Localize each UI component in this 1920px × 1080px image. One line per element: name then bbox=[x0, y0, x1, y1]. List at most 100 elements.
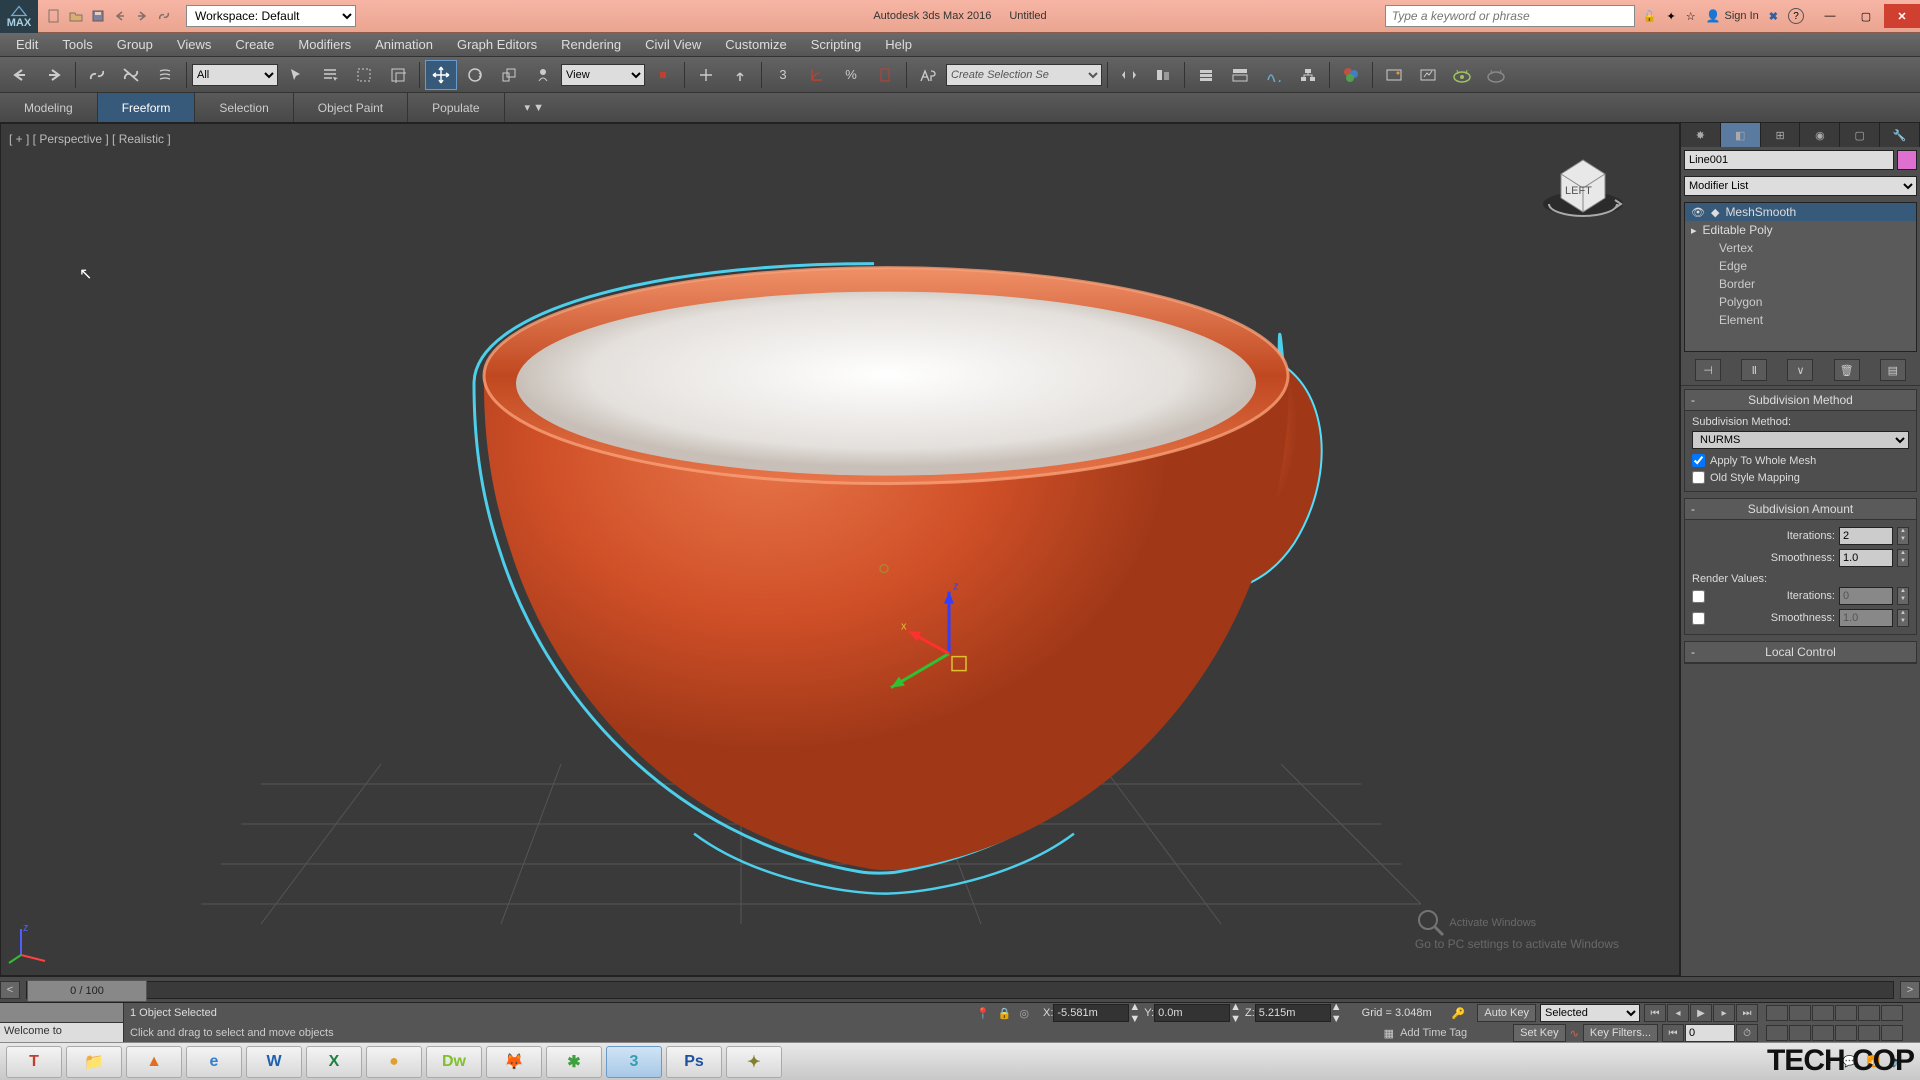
select-object-button[interactable] bbox=[280, 60, 312, 90]
select-name-button[interactable] bbox=[314, 60, 346, 90]
taskbar-app-chrome[interactable]: ● bbox=[366, 1046, 422, 1078]
object-color-swatch[interactable] bbox=[1897, 150, 1917, 170]
selection-lock-icon[interactable]: 📍 bbox=[976, 1007, 990, 1020]
curve-editor-button[interactable] bbox=[1258, 60, 1290, 90]
menu-scripting[interactable]: Scripting bbox=[799, 33, 874, 56]
undo-icon[interactable] bbox=[110, 6, 130, 26]
redo-button[interactable] bbox=[38, 60, 70, 90]
configure-sets-button[interactable]: ▤ bbox=[1880, 359, 1906, 381]
walk-button[interactable] bbox=[1789, 1025, 1811, 1041]
redo-icon[interactable] bbox=[132, 6, 152, 26]
use-center-button[interactable] bbox=[647, 60, 679, 90]
workspace-selector[interactable]: Workspace: Default bbox=[186, 5, 356, 27]
angle-snap-button[interactable] bbox=[801, 60, 833, 90]
nav4-button[interactable] bbox=[1835, 1025, 1857, 1041]
taskbar-app-3dsmax[interactable]: 3 bbox=[606, 1046, 662, 1078]
key-prev-button[interactable]: ⏮ bbox=[1662, 1024, 1684, 1042]
stack-item[interactable]: Border bbox=[1685, 275, 1916, 293]
taskbar-app-explorer[interactable]: 📁 bbox=[66, 1046, 122, 1078]
zoom-button[interactable] bbox=[1766, 1005, 1788, 1021]
time-prev-button[interactable]: < bbox=[0, 981, 20, 999]
taskbar-app-excel[interactable]: X bbox=[306, 1046, 362, 1078]
stack-item[interactable]: Polygon bbox=[1685, 293, 1916, 311]
select-move-button[interactable] bbox=[425, 60, 457, 90]
old-style-mapping-checkbox[interactable]: Old Style Mapping bbox=[1692, 469, 1909, 486]
window-crossing-button[interactable] bbox=[382, 60, 414, 90]
hierarchy-tab[interactable]: ⊞ bbox=[1761, 123, 1801, 147]
keyboard-shortcut-button[interactable] bbox=[724, 60, 756, 90]
autokey-button[interactable]: Auto Key bbox=[1477, 1004, 1536, 1022]
ribbon-tab-object-paint[interactable]: Object Paint bbox=[294, 93, 408, 122]
layer-explorer-button[interactable] bbox=[1190, 60, 1222, 90]
subdiv-method-select[interactable]: NURMS bbox=[1692, 431, 1909, 449]
add-time-tag-button[interactable]: Add Time Tag bbox=[1400, 1027, 1467, 1039]
modifier-stack[interactable]: 👁 ◆ MeshSmooth▸ Editable PolyVertexEdgeB… bbox=[1684, 202, 1917, 352]
link-button[interactable] bbox=[81, 60, 113, 90]
time-next-button[interactable]: > bbox=[1900, 981, 1920, 999]
lock-icon[interactable]: 🔒 bbox=[998, 1007, 1012, 1020]
menu-modifiers[interactable]: Modifiers bbox=[286, 33, 363, 56]
viewcube[interactable]: LEFT bbox=[1535, 142, 1631, 232]
open-icon[interactable] bbox=[66, 6, 86, 26]
select-scale-button[interactable] bbox=[493, 60, 525, 90]
goto-start-button[interactable]: ⏮ bbox=[1644, 1004, 1666, 1022]
time-slider[interactable]: < 0 / 100 > bbox=[0, 976, 1920, 1002]
selection-filter[interactable]: All bbox=[192, 64, 278, 86]
signin-button[interactable]: 👤 Sign In bbox=[1706, 9, 1759, 23]
apply-whole-mesh-checkbox[interactable]: Apply To Whole Mesh bbox=[1692, 452, 1909, 469]
motion-tab[interactable]: ◉ bbox=[1800, 123, 1840, 147]
maximize-button[interactable]: ▢ bbox=[1848, 4, 1884, 28]
new-icon[interactable] bbox=[44, 6, 64, 26]
ribbon-tab-selection[interactable]: Selection bbox=[195, 93, 293, 122]
setkey-button[interactable]: Set Key bbox=[1513, 1024, 1566, 1042]
select-manipulate-button[interactable] bbox=[690, 60, 722, 90]
taskbar-app-vlc[interactable]: ▲ bbox=[126, 1046, 182, 1078]
ribbon-tab-freeform[interactable]: Freeform bbox=[98, 93, 196, 122]
align-button[interactable] bbox=[1147, 60, 1179, 90]
zoom-extents-all-button[interactable] bbox=[1835, 1005, 1857, 1021]
spinner-snap-button[interactable] bbox=[869, 60, 901, 90]
favorites-icon[interactable]: ☆ bbox=[1686, 10, 1696, 23]
taskbar-app-app[interactable]: ✦ bbox=[726, 1046, 782, 1078]
nav5-button[interactable] bbox=[1858, 1025, 1880, 1041]
render-iter-checkbox[interactable] bbox=[1692, 590, 1705, 603]
mirror-button[interactable] bbox=[1113, 60, 1145, 90]
spinner-icon[interactable]: ▲▼ bbox=[1897, 609, 1909, 627]
link-icon[interactable] bbox=[154, 6, 174, 26]
taskbar-app-dreamweaver[interactable]: Dw bbox=[426, 1046, 482, 1078]
ribbon-tab-modeling[interactable]: Modeling bbox=[0, 93, 98, 122]
ref-coord-system[interactable]: View bbox=[561, 64, 645, 86]
render-iterations-field[interactable] bbox=[1839, 587, 1893, 605]
select-region-button[interactable] bbox=[348, 60, 380, 90]
perspective-viewport[interactable]: [ + ] [ Perspective ] [ Realistic ] ↖ bbox=[0, 123, 1680, 976]
utilities-tab[interactable]: 🔧 bbox=[1880, 123, 1920, 147]
toggle-ribbon-button[interactable] bbox=[1224, 60, 1256, 90]
play-button[interactable]: ▶ bbox=[1690, 1004, 1712, 1022]
stack-item[interactable]: ▸ Editable Poly bbox=[1685, 221, 1916, 239]
zoom-all-button[interactable] bbox=[1789, 1005, 1811, 1021]
bind-button[interactable] bbox=[149, 60, 181, 90]
taskbar-app-firefox[interactable]: 🦊 bbox=[486, 1046, 542, 1078]
modifier-list-dropdown[interactable]: Modifier List bbox=[1684, 176, 1917, 196]
menu-animation[interactable]: Animation bbox=[363, 33, 445, 56]
key-curve-icon[interactable]: ∿ bbox=[1570, 1027, 1579, 1040]
time-thumb[interactable]: 0 / 100 bbox=[27, 980, 147, 1002]
unlink-button[interactable] bbox=[115, 60, 147, 90]
orbit-button[interactable] bbox=[1766, 1025, 1788, 1041]
close-x-icon[interactable]: ✖ bbox=[1769, 10, 1778, 23]
ribbon-expand-icon[interactable]: ▾ ▼ bbox=[513, 93, 556, 122]
rollout-header[interactable]: Local Control bbox=[1685, 642, 1916, 663]
render-setup-button[interactable] bbox=[1378, 60, 1410, 90]
exchange-icon[interactable]: ✦ bbox=[1666, 10, 1675, 23]
create-tab[interactable]: ✸ bbox=[1681, 123, 1721, 147]
prev-frame-button[interactable]: ◂ bbox=[1667, 1004, 1689, 1022]
edit-selection-set-button[interactable] bbox=[912, 60, 944, 90]
maximize-viewport-button[interactable] bbox=[1812, 1025, 1834, 1041]
snap-toggle-button[interactable]: 3 bbox=[767, 60, 799, 90]
iterations-field[interactable] bbox=[1839, 527, 1893, 545]
render-production-button[interactable] bbox=[1446, 60, 1478, 90]
make-unique-button[interactable]: ∨ bbox=[1787, 359, 1813, 381]
fov-button[interactable] bbox=[1858, 1005, 1880, 1021]
menu-rendering[interactable]: Rendering bbox=[549, 33, 633, 56]
maxscript-listener[interactable]: Welcome to bbox=[0, 1023, 123, 1043]
